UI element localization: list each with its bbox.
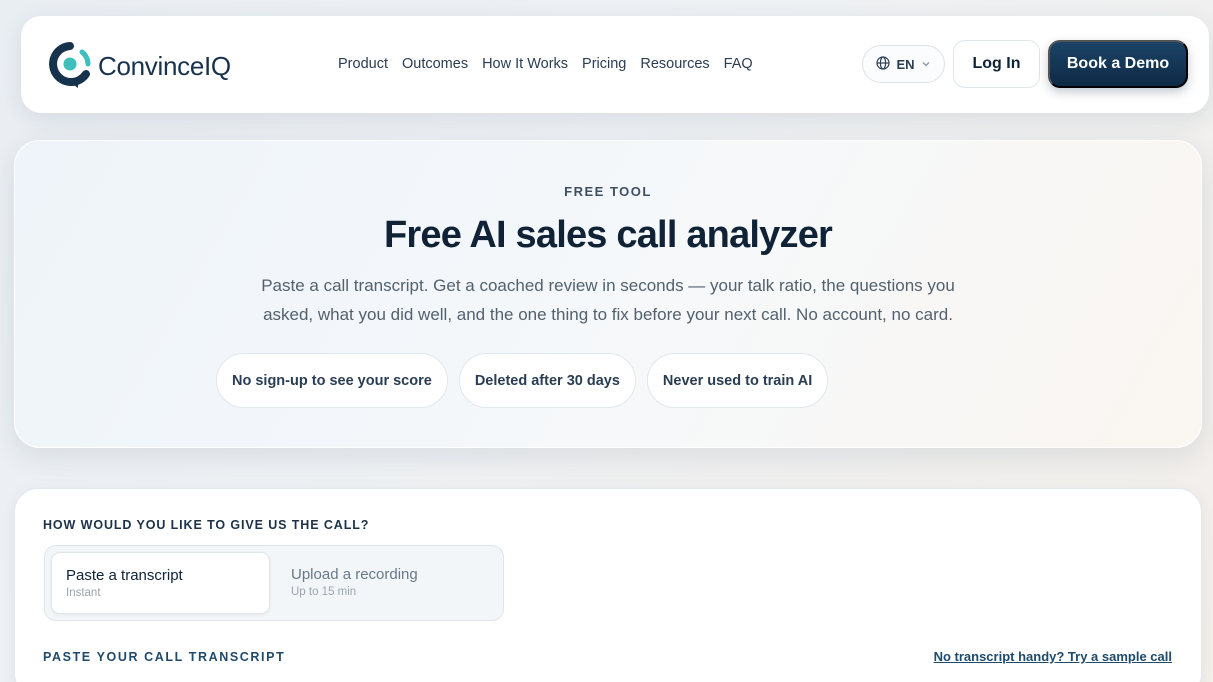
convinceiq-logo-icon [48, 42, 92, 90]
hero-subtitle-line-2: asked, what you did well, and the one th… [263, 305, 953, 324]
book-demo-button[interactable]: Book a Demo [1048, 40, 1188, 88]
language-code: EN [896, 56, 915, 72]
login-button[interactable]: Log In [953, 40, 1040, 88]
option-subtitle: Instant [66, 587, 101, 599]
try-sample-call-link[interactable]: No transcript handy? Try a sample call [934, 649, 1172, 664]
analyzer-form-card: HOW WOULD YOU LIKE TO GIVE US THE CALL? … [14, 488, 1202, 682]
option-title: Upload a recording [291, 566, 418, 583]
page-title: Free AI sales call analyzer [383, 214, 833, 256]
hero-subtitle: Paste a call transcript. Get a coached r… [15, 271, 1201, 329]
hero-subtitle-line-1: Paste a call transcript. Get a coached r… [261, 276, 955, 295]
site-header: ConvinceIQ Product Outcomes How It Works… [21, 16, 1209, 113]
badge-no-signup: No sign-up to see your score [216, 353, 448, 408]
option-upload-recording[interactable]: Upload a recording Up to 15 min [277, 552, 496, 614]
brand-name: ConvinceIQ [98, 50, 231, 81]
badge-not-used-to-train: Never used to train AI [646, 353, 829, 408]
option-title: Paste a transcript [66, 567, 183, 584]
badge-deleted-30-days: Deleted after 30 days [458, 353, 636, 408]
chevron-down-icon [921, 57, 931, 72]
option-subtitle: Up to 15 min [291, 586, 357, 598]
option-paste-transcript[interactable]: Paste a transcript Instant [51, 552, 270, 614]
input-method-toggle: Paste a transcript Instant Upload a reco… [44, 545, 504, 621]
nav-item-resources[interactable]: Resources [640, 56, 709, 72]
globe-icon [876, 55, 891, 73]
trust-badges: No sign-up to see your score Deleted aft… [216, 353, 829, 408]
nav-item-product[interactable]: Product [338, 56, 388, 72]
nav-item-pricing[interactable]: Pricing [582, 56, 626, 72]
nav-item-outcomes[interactable]: Outcomes [402, 56, 468, 72]
nav-item-faq[interactable]: FAQ [724, 56, 753, 72]
hero-section: FREE TOOL Free AI sales call analyzer Pa… [14, 140, 1202, 448]
input-method-label: HOW WOULD YOU LIKE TO GIVE US THE CALL? [43, 518, 370, 532]
transcript-field-label: PASTE YOUR CALL TRANSCRIPT [43, 650, 286, 664]
language-selector[interactable]: EN [862, 45, 945, 83]
hero-eyebrow: FREE TOOL [564, 184, 652, 199]
nav-item-how-it-works[interactable]: How It Works [482, 56, 568, 72]
main-nav: Product Outcomes How It Works Pricing Re… [338, 56, 753, 72]
brand-logo[interactable]: ConvinceIQ [48, 42, 231, 90]
